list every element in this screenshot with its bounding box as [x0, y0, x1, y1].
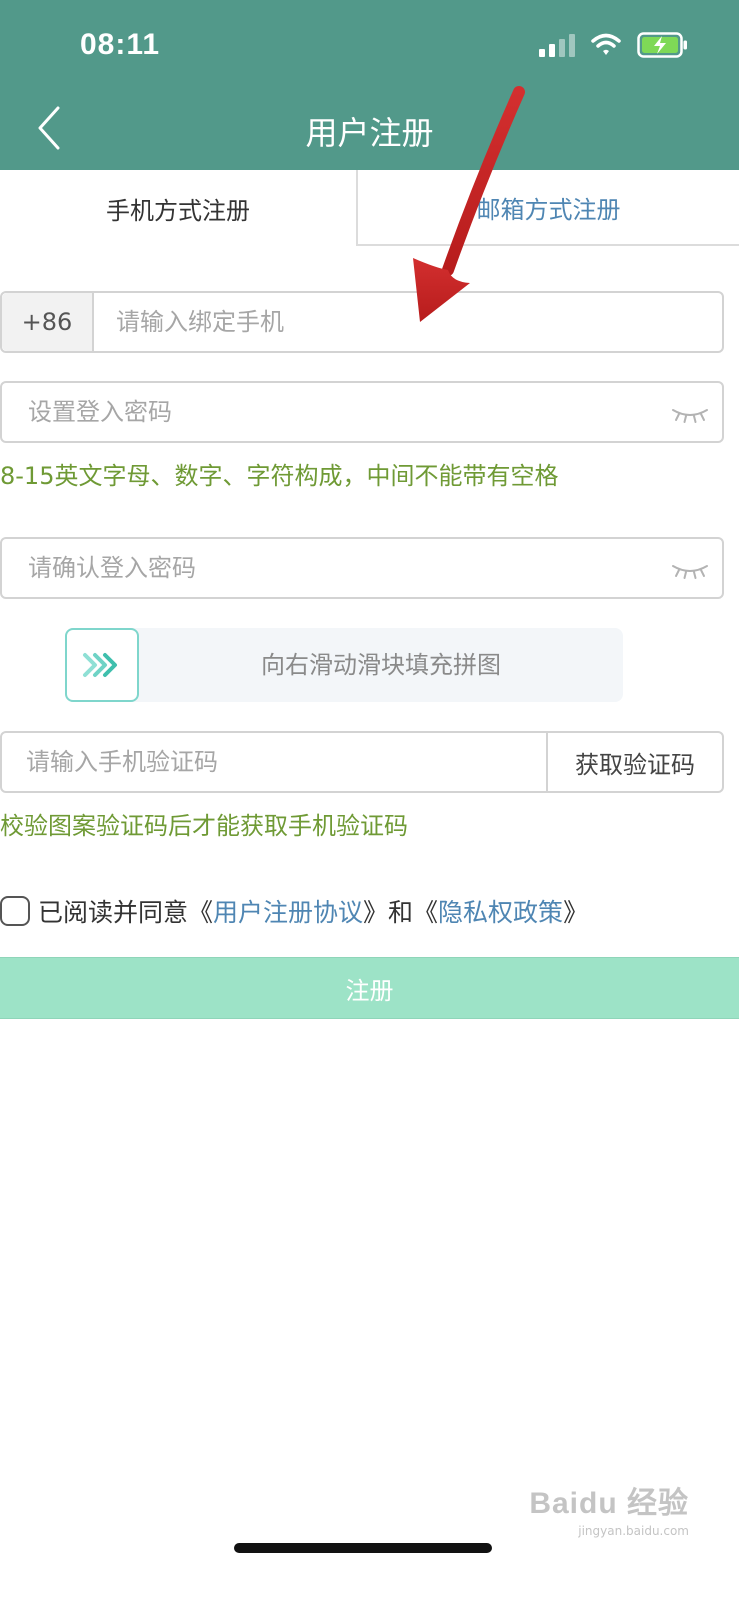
- country-code-selector[interactable]: +86: [2, 293, 94, 351]
- password-input[interactable]: [26, 383, 646, 441]
- phone-field: +86: [0, 291, 724, 353]
- agree-checkbox[interactable]: [0, 896, 30, 926]
- tab-label: 邮箱方式注册: [476, 195, 621, 224]
- wifi-icon: [591, 33, 621, 55]
- password-hint: 8-15英文字母、数字、字符构成，中间不能带有空格: [0, 462, 559, 490]
- eye-closed-icon[interactable]: [670, 403, 710, 425]
- eye-closed-icon[interactable]: [670, 559, 710, 581]
- slide-captcha: 向右滑动滑块填充拼图: [65, 628, 623, 702]
- verification-code-input[interactable]: [2, 733, 546, 791]
- tab-phone-register[interactable]: 手机方式注册: [0, 170, 358, 246]
- watermark-url: jingyan.baidu.com: [578, 1524, 689, 1538]
- register-screen: 08:11 用户注册 手机方式注册 邮箱方式注册 +86 请输入绑定手机 8-1…: [0, 0, 739, 1600]
- home-indicator[interactable]: [234, 1543, 492, 1553]
- agreement-middle: 》和《: [363, 898, 439, 927]
- status-time: 08:11: [80, 28, 161, 61]
- slider-handle[interactable]: [65, 628, 139, 702]
- confirm-password-field: [0, 537, 724, 599]
- verification-code-field: 获取验证码: [0, 731, 724, 793]
- user-agreement-link[interactable]: 用户注册协议: [213, 893, 363, 929]
- tab-label: 手机方式注册: [106, 196, 250, 225]
- watermark-brand: Baidu 经验: [529, 1487, 689, 1520]
- battery-charging-icon: [637, 32, 687, 58]
- confirm-password-input[interactable]: [26, 539, 646, 597]
- phone-input[interactable]: [94, 293, 722, 351]
- agreement-prefix: 已阅读并同意《: [38, 898, 214, 927]
- app-header: 08:11 用户注册: [0, 0, 739, 170]
- register-button[interactable]: 注册: [0, 957, 739, 1019]
- get-code-button[interactable]: 获取验证码: [546, 733, 722, 791]
- cellular-signal-icon: [539, 33, 575, 57]
- watermark: Baidu 经验 jingyan.baidu.com: [529, 1478, 689, 1538]
- agreement-row: 已阅读并同意《 用户注册协议 》和《 隐私权政策 》: [0, 893, 588, 929]
- password-field: [0, 381, 724, 443]
- agreement-suffix: 》: [563, 898, 589, 927]
- code-hint: 校验图案验证码后才能获取手机验证码: [0, 812, 408, 840]
- status-icons: [539, 32, 689, 58]
- page-title: 用户注册: [305, 114, 434, 152]
- slider-instruction: 向右滑动滑块填充拼图: [261, 651, 501, 679]
- privacy-policy-link[interactable]: 隐私权政策: [438, 893, 563, 929]
- double-chevron-right-icon: [83, 653, 117, 677]
- tab-email-register[interactable]: 邮箱方式注册: [358, 170, 739, 246]
